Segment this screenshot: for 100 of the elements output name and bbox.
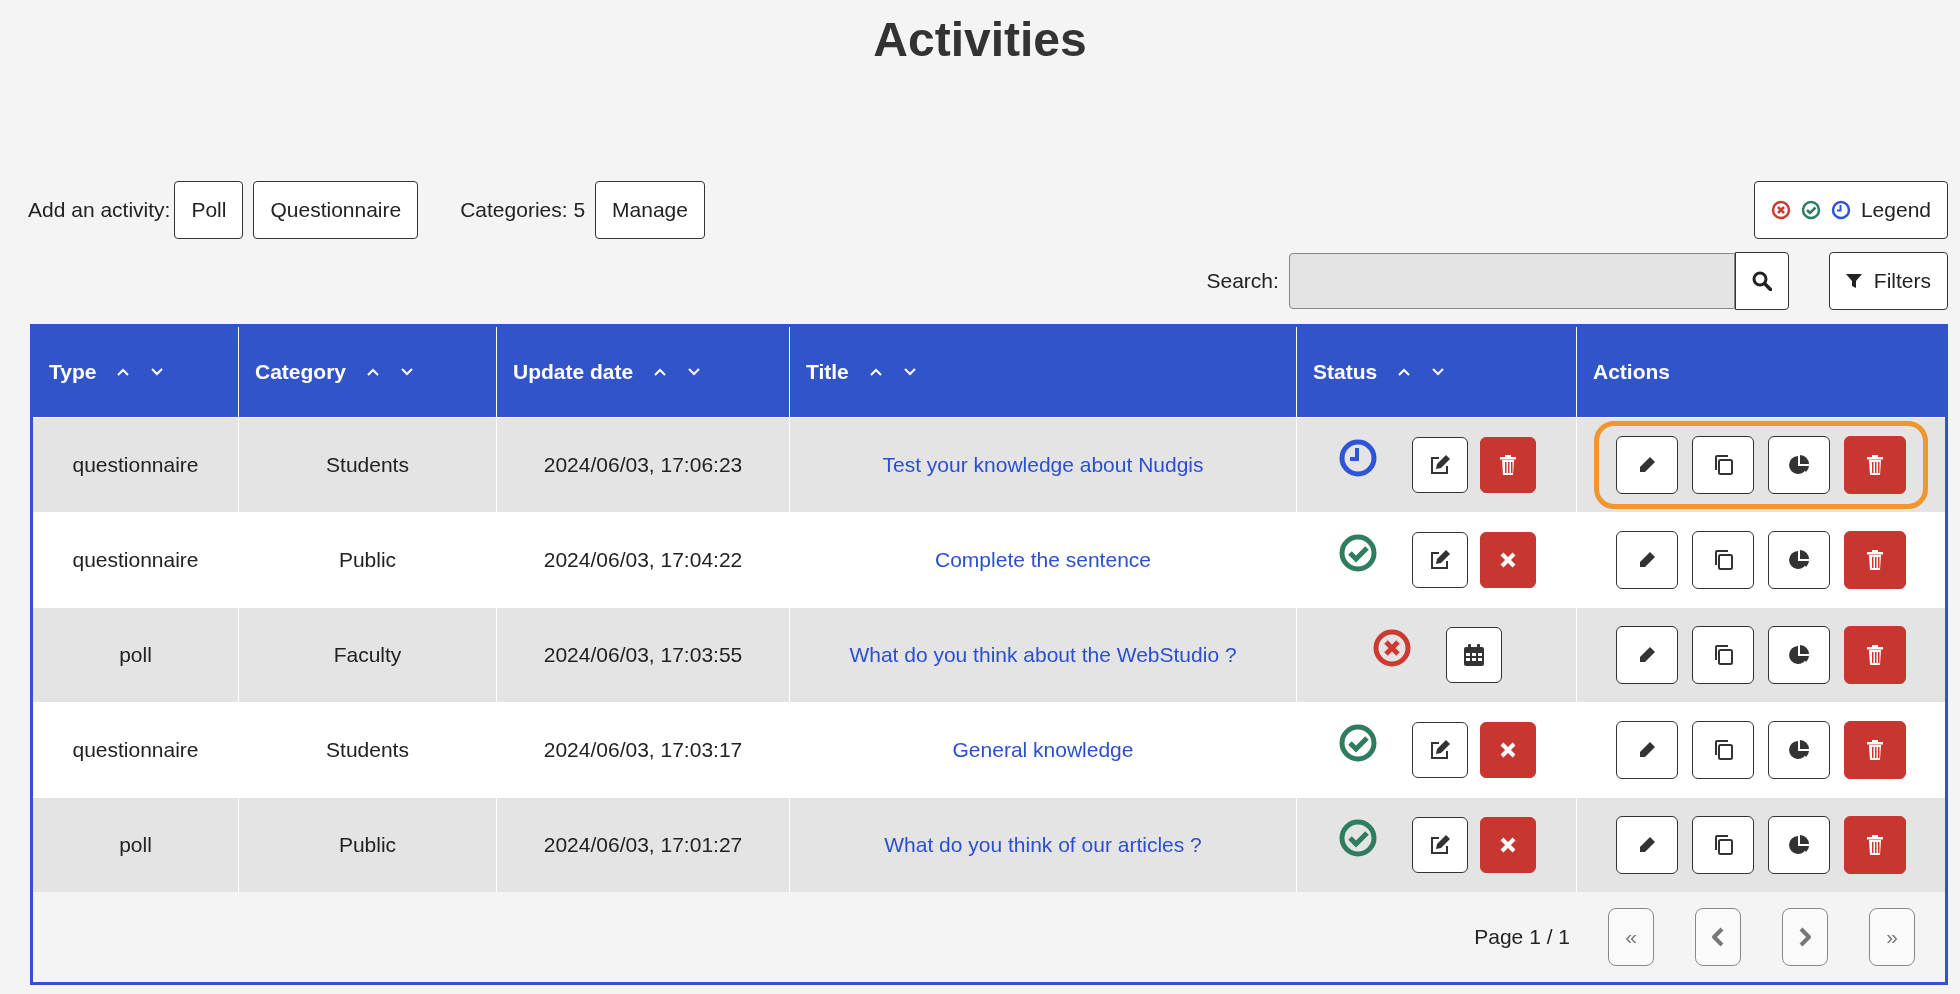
search-button[interactable] bbox=[1734, 252, 1789, 310]
add-activity-button[interactable]: Poll bbox=[174, 181, 244, 239]
sort-descending-icon[interactable] bbox=[902, 367, 917, 377]
activity-title-link[interactable]: Test your knowledge about Nudgis bbox=[882, 453, 1204, 477]
table-cell: 2024/06/03, 17:03:17 bbox=[543, 738, 743, 762]
search-label: Search: bbox=[1206, 269, 1279, 293]
delete-button[interactable] bbox=[1844, 816, 1906, 874]
duplicate-button[interactable] bbox=[1692, 816, 1754, 874]
table-cell: questionnaire bbox=[72, 548, 199, 572]
table-cell: 2024/06/03, 17:04:22 bbox=[543, 548, 743, 572]
sort-ascending-icon[interactable] bbox=[366, 367, 381, 377]
edit-button[interactable] bbox=[1616, 721, 1678, 779]
categories-count: Categories: 5 bbox=[460, 198, 586, 222]
duplicate-button[interactable] bbox=[1692, 721, 1754, 779]
sort-descending-icon[interactable] bbox=[400, 367, 415, 377]
table-cell: questionnaire bbox=[72, 453, 199, 477]
pie-chart-icon bbox=[1787, 548, 1811, 572]
sort-ascending-icon[interactable] bbox=[1397, 367, 1412, 377]
edit-button[interactable] bbox=[1411, 532, 1468, 588]
edit-button[interactable] bbox=[1616, 626, 1678, 684]
page-indicator: Page 1 / 1 bbox=[1474, 925, 1570, 949]
statistics-button[interactable] bbox=[1768, 436, 1830, 494]
table-cell: 2024/06/03, 17:06:23 bbox=[543, 453, 743, 477]
activity-title-link[interactable]: What do you think of our articles ? bbox=[884, 833, 1202, 857]
trash-icon bbox=[1866, 550, 1884, 570]
table-cell: 2024/06/03, 17:03:55 bbox=[543, 643, 743, 667]
sort-descending-icon[interactable] bbox=[687, 367, 702, 377]
unpublish-button[interactable] bbox=[1479, 817, 1536, 873]
duplicate-button[interactable] bbox=[1692, 436, 1754, 494]
trash-icon bbox=[1866, 835, 1884, 855]
last-page-button[interactable]: » bbox=[1869, 908, 1915, 966]
search-field[interactable] bbox=[1288, 253, 1735, 309]
statistics-button[interactable] bbox=[1768, 721, 1830, 779]
table-cell: 2024/06/03, 17:01:27 bbox=[543, 833, 743, 857]
duplicate-button[interactable] bbox=[1692, 626, 1754, 684]
close-icon bbox=[1499, 552, 1516, 568]
chevron-left-icon bbox=[1711, 927, 1725, 947]
schedule-button[interactable] bbox=[1445, 627, 1502, 683]
filter-icon bbox=[1845, 273, 1862, 289]
sort-descending-icon[interactable] bbox=[150, 367, 165, 377]
legend-button[interactable]: Legend bbox=[1753, 181, 1948, 239]
delete-button[interactable] bbox=[1844, 531, 1906, 589]
filters-button[interactable]: Filters bbox=[1828, 252, 1948, 310]
check-circle-icon bbox=[1800, 200, 1821, 220]
delete-button[interactable] bbox=[1844, 436, 1906, 494]
sort-ascending-icon[interactable] bbox=[653, 367, 668, 377]
pie-chart-icon bbox=[1787, 738, 1811, 762]
pencil-icon bbox=[1637, 835, 1657, 855]
trash-icon bbox=[1866, 645, 1884, 665]
previous-page-button[interactable] bbox=[1695, 908, 1741, 966]
next-page-button[interactable] bbox=[1782, 908, 1828, 966]
manage-button[interactable]: Manage bbox=[595, 181, 705, 239]
pie-chart-icon bbox=[1787, 833, 1811, 857]
edit-button[interactable] bbox=[1616, 531, 1678, 589]
activity-title-link[interactable]: Complete the sentence bbox=[935, 548, 1151, 572]
table-cell: poll bbox=[119, 833, 152, 857]
trash-icon bbox=[1866, 455, 1884, 475]
column-header: Status bbox=[1313, 360, 1378, 384]
search-icon bbox=[1751, 271, 1772, 291]
pie-chart-icon bbox=[1787, 453, 1811, 477]
table-cell: Students bbox=[326, 453, 409, 477]
table-cell: Public bbox=[338, 548, 397, 572]
delete-button[interactable] bbox=[1844, 626, 1906, 684]
activity-title-link[interactable]: General knowledge bbox=[952, 738, 1134, 762]
sort-descending-icon[interactable] bbox=[1431, 367, 1446, 377]
edit-button[interactable] bbox=[1616, 436, 1678, 494]
edit-button[interactable] bbox=[1411, 722, 1468, 778]
delete-button[interactable] bbox=[1479, 437, 1536, 493]
duplicate-button[interactable] bbox=[1692, 531, 1754, 589]
unpublish-button[interactable] bbox=[1479, 532, 1536, 588]
clock-icon bbox=[1830, 200, 1851, 220]
pencil-icon bbox=[1637, 740, 1657, 760]
delete-button[interactable] bbox=[1844, 721, 1906, 779]
column-header: Title bbox=[806, 360, 849, 384]
edit-button[interactable] bbox=[1616, 816, 1678, 874]
column-header: Category bbox=[255, 360, 347, 384]
sort-ascending-icon[interactable] bbox=[116, 367, 131, 377]
table-cell: questionnaire bbox=[72, 738, 199, 762]
chevron-right-icon bbox=[1798, 927, 1812, 947]
calendar-icon bbox=[1462, 643, 1485, 667]
close-icon bbox=[1499, 837, 1516, 853]
column-header: Actions bbox=[1593, 360, 1670, 384]
activity-title-link[interactable]: What do you think about the WebStudio ? bbox=[849, 643, 1237, 667]
edit-button[interactable] bbox=[1411, 817, 1468, 873]
table-cell: poll bbox=[119, 643, 152, 667]
sort-ascending-icon[interactable] bbox=[868, 367, 883, 377]
statistics-button[interactable] bbox=[1768, 626, 1830, 684]
statistics-button[interactable] bbox=[1768, 531, 1830, 589]
add-activity-button[interactable]: Questionnaire bbox=[253, 181, 419, 239]
cross-circle-icon bbox=[1770, 200, 1791, 220]
add-activity-label: Add an activity: bbox=[28, 198, 171, 222]
unpublish-button[interactable] bbox=[1479, 722, 1536, 778]
column-header: Type bbox=[49, 360, 97, 384]
edit-button[interactable] bbox=[1411, 437, 1468, 493]
statistics-button[interactable] bbox=[1768, 816, 1830, 874]
first-page-button[interactable]: « bbox=[1608, 908, 1654, 966]
table-cell: Students bbox=[326, 738, 409, 762]
pencil-icon bbox=[1637, 455, 1657, 475]
pencil-icon bbox=[1637, 550, 1657, 570]
trash-icon bbox=[1866, 740, 1884, 760]
